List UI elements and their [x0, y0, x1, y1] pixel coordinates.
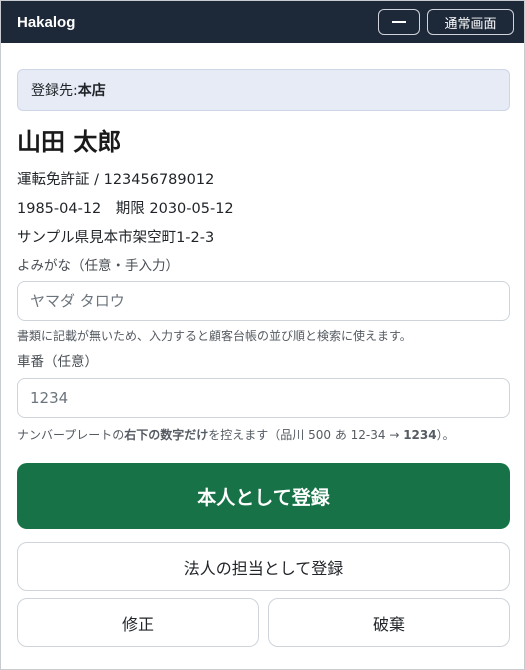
dates-line: 1985-04-12 期限 2030-05-12 — [17, 201, 234, 217]
car-number-help: ナンバープレートの右下の数字だけを控えます（品川 500 あ 12-34 → 1… — [17, 423, 510, 447]
car-number-help-example: 1234 — [403, 428, 437, 442]
furigana-input[interactable] — [17, 281, 510, 321]
register-self-button[interactable]: 本人として登録 — [17, 463, 510, 529]
normal-view-button[interactable]: 通常画面 — [427, 9, 514, 35]
car-number-label: 車番（任意） — [17, 354, 98, 370]
destination-value: 本店 — [77, 83, 106, 99]
secondary-actions: 修正 破棄 — [17, 598, 510, 647]
minimize-icon — [392, 21, 406, 23]
person-name: 山田 太郎 — [17, 128, 122, 156]
minimize-button[interactable] — [378, 9, 420, 35]
car-number-help-suffix: ）。 — [436, 428, 455, 442]
register-corporate-button[interactable]: 法人の担当として登録 — [17, 542, 510, 591]
car-number-input[interactable] — [17, 378, 510, 418]
furigana-label: よみがな（任意・手入力） — [17, 258, 179, 274]
furigana-help: 書類に記載が無いため、入力すると顧客台帳の並び順と検索に使えます。 — [17, 329, 412, 343]
main-content: 登録先: 本店 山田 太郎 運転免許証 / 123456789012 1985-… — [17, 69, 510, 647]
registration-destination: 登録先: 本店 — [17, 69, 510, 111]
destination-label: 登録先: — [31, 83, 78, 99]
car-number-help-emphasis: 右下の数字だけ — [124, 428, 209, 442]
discard-button[interactable]: 破棄 — [268, 598, 510, 647]
title-bar: Hakalog 通常画面 — [1, 1, 524, 43]
car-number-help-prefix: ナンバープレートの — [17, 428, 125, 442]
address-line: サンプル県見本市架空町1-2-3 — [17, 230, 215, 246]
edit-button[interactable]: 修正 — [17, 598, 259, 647]
id-document-line: 運転免許証 / 123456789012 — [17, 172, 215, 188]
car-number-help-middle: を控えます（品川 500 あ 12-34 → — [208, 428, 404, 442]
app-title: Hakalog — [17, 13, 76, 31]
